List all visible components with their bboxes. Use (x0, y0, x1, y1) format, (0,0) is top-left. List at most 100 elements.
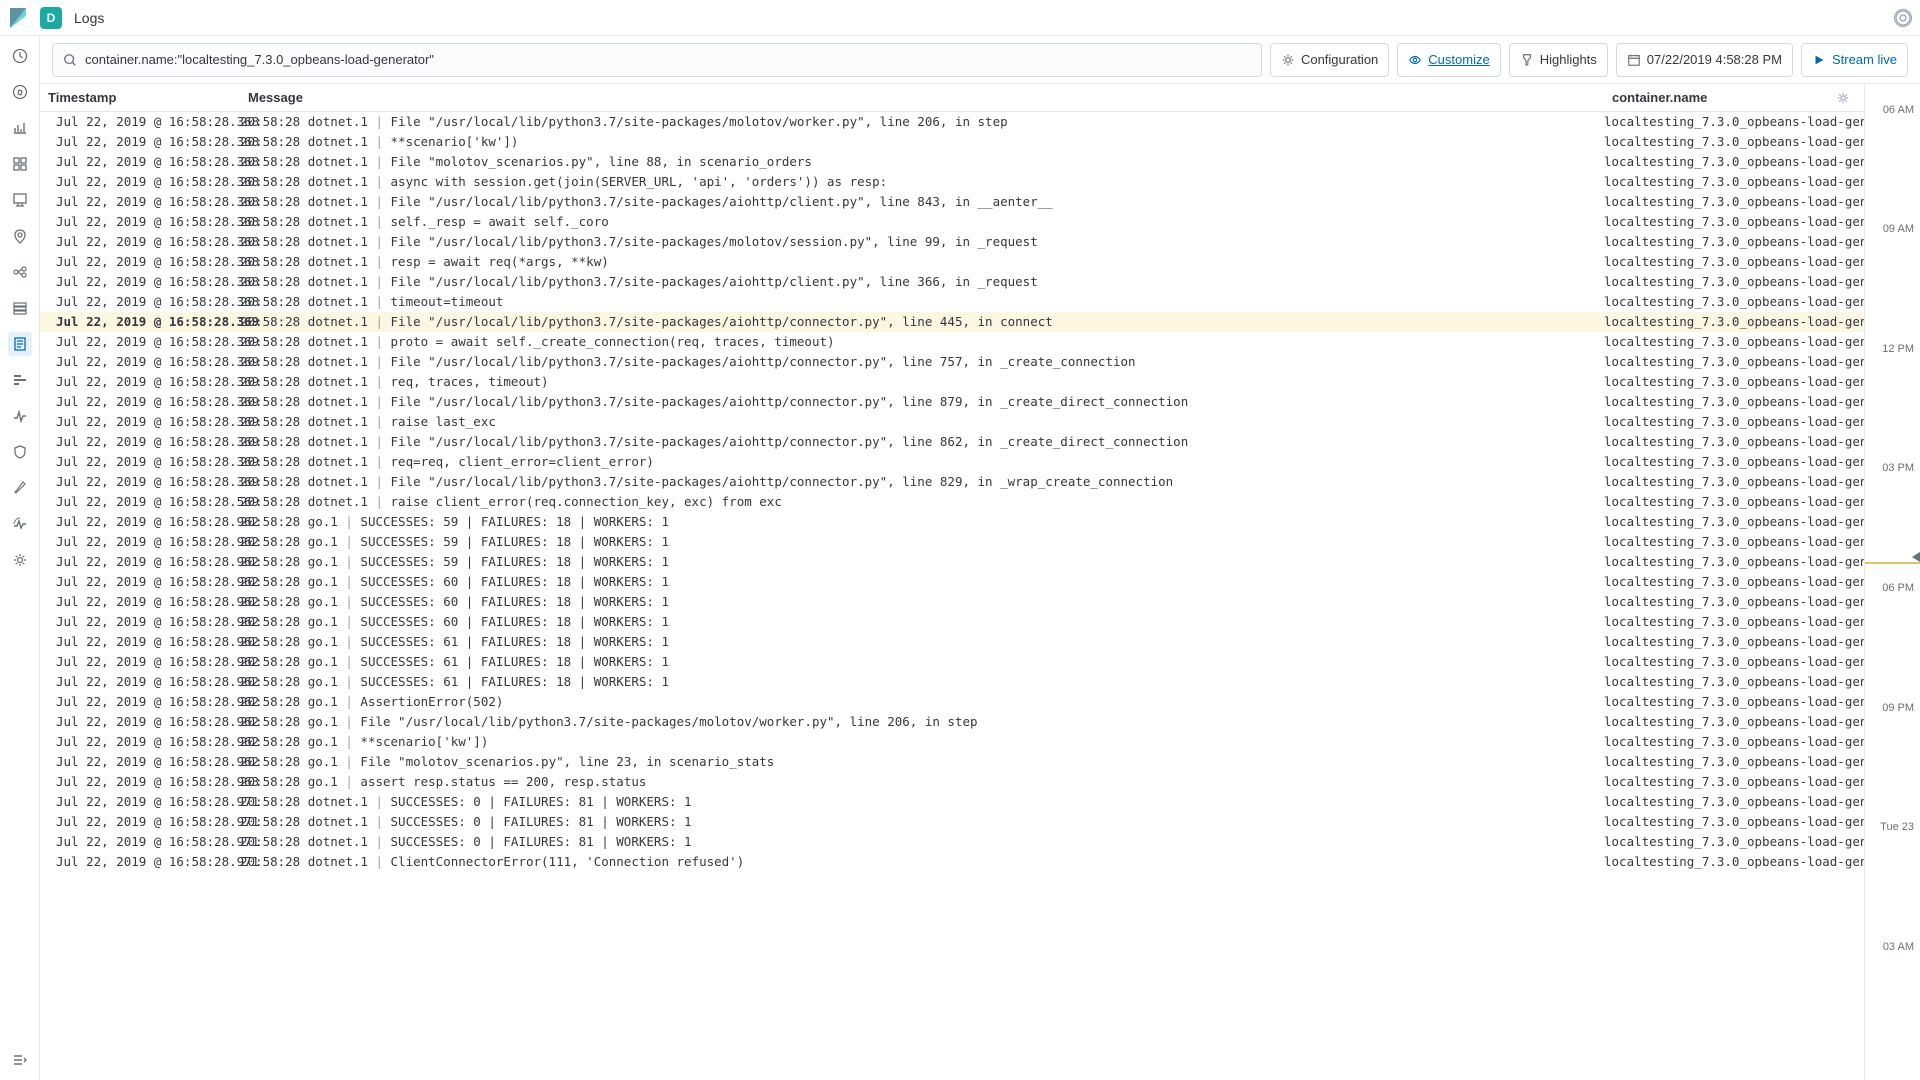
log-timestamp: Jul 22, 2019 @ 16:58:28.971 (40, 853, 240, 871)
log-row[interactable]: Jul 22, 2019 @ 16:58:28.36920:58:28 dotn… (40, 392, 1864, 412)
log-timestamp: Jul 22, 2019 @ 16:58:28.962 (40, 653, 240, 671)
sidebar-siem-icon[interactable] (8, 440, 32, 464)
log-container-name: localtesting_7.3.0_opbeans-load-gene… (1604, 553, 1864, 571)
sidebar-discover-icon[interactable] (8, 80, 32, 104)
log-row[interactable]: Jul 22, 2019 @ 16:58:28.36820:58:28 dotn… (40, 192, 1864, 212)
log-container-name: localtesting_7.3.0_opbeans-load-gene… (1604, 393, 1864, 411)
log-area: Timestamp Message container.name Jul 22,… (40, 84, 1920, 1080)
log-timestamp: Jul 22, 2019 @ 16:58:28.971 (40, 813, 240, 831)
log-row[interactable]: Jul 22, 2019 @ 16:58:28.36820:58:28 dotn… (40, 252, 1864, 272)
log-timestamp: Jul 22, 2019 @ 16:58:28.962 (40, 633, 240, 651)
log-row[interactable]: Jul 22, 2019 @ 16:58:28.36820:58:28 dotn… (40, 152, 1864, 172)
gear-icon (1281, 53, 1295, 67)
log-row[interactable]: Jul 22, 2019 @ 16:58:28.96220:58:28 go.1… (40, 612, 1864, 632)
log-container-name: localtesting_7.3.0_opbeans-load-gene… (1604, 373, 1864, 391)
log-row[interactable]: Jul 22, 2019 @ 16:58:28.96220:58:28 go.1… (40, 652, 1864, 672)
log-container-name: localtesting_7.3.0_opbeans-load-gene… (1604, 813, 1864, 831)
log-row[interactable]: Jul 22, 2019 @ 16:58:28.97120:58:28 dotn… (40, 812, 1864, 832)
column-settings-icon[interactable] (1836, 91, 1856, 105)
log-row[interactable]: Jul 22, 2019 @ 16:58:28.36920:58:28 dotn… (40, 352, 1864, 372)
space-badge[interactable]: D (40, 7, 62, 29)
log-container-name: localtesting_7.3.0_opbeans-load-gene… (1604, 313, 1864, 331)
datetime-button[interactable]: 07/22/2019 4:58:28 PM (1616, 43, 1793, 77)
log-row[interactable]: Jul 22, 2019 @ 16:58:28.96220:58:28 go.1… (40, 712, 1864, 732)
log-row[interactable]: Jul 22, 2019 @ 16:58:28.56920:58:28 dotn… (40, 492, 1864, 512)
log-row[interactable]: Jul 22, 2019 @ 16:58:28.36920:58:28 dotn… (40, 472, 1864, 492)
minimap-tick: 12 PM (1882, 343, 1914, 355)
log-row[interactable]: Jul 22, 2019 @ 16:58:28.36820:58:28 dotn… (40, 212, 1864, 232)
log-timestamp: Jul 22, 2019 @ 16:58:28.962 (40, 513, 240, 531)
sidebar-expand-icon[interactable] (8, 1048, 32, 1072)
log-row[interactable]: Jul 22, 2019 @ 16:58:28.36820:58:28 dotn… (40, 272, 1864, 292)
log-row[interactable]: Jul 22, 2019 @ 16:58:28.36920:58:28 dotn… (40, 372, 1864, 392)
log-row[interactable]: Jul 22, 2019 @ 16:58:28.96220:58:28 go.1… (40, 512, 1864, 532)
search-input[interactable] (85, 52, 1251, 67)
log-row[interactable]: Jul 22, 2019 @ 16:58:28.96220:58:28 go.1… (40, 732, 1864, 752)
log-row[interactable]: Jul 22, 2019 @ 16:58:28.36820:58:28 dotn… (40, 292, 1864, 312)
highlight-icon (1520, 53, 1534, 67)
log-row[interactable]: Jul 22, 2019 @ 16:58:28.36920:58:28 dotn… (40, 432, 1864, 452)
configuration-button[interactable]: Configuration (1270, 43, 1389, 77)
log-row[interactable]: Jul 22, 2019 @ 16:58:28.96220:58:28 go.1… (40, 532, 1864, 552)
log-row[interactable]: Jul 22, 2019 @ 16:58:28.36820:58:28 dotn… (40, 132, 1864, 152)
log-row[interactable]: Jul 22, 2019 @ 16:58:28.97120:58:28 dotn… (40, 852, 1864, 872)
stream-live-button[interactable]: Stream live (1801, 43, 1908, 77)
sidebar-infra-icon[interactable] (8, 296, 32, 320)
minimap[interactable]: 06 AM09 AM12 PM03 PM06 PM09 PMTue 2303 A… (1864, 84, 1920, 1080)
sidebar-visualize-icon[interactable] (8, 116, 32, 140)
col-container-name[interactable]: container.name (1604, 84, 1864, 111)
log-row[interactable]: Jul 22, 2019 @ 16:58:28.96220:58:28 go.1… (40, 752, 1864, 772)
sidebar-devtools-icon[interactable] (8, 476, 32, 500)
customize-button[interactable]: Customize (1397, 43, 1500, 77)
log-row[interactable]: Jul 22, 2019 @ 16:58:28.36820:58:28 dotn… (40, 172, 1864, 192)
sidebar-management-icon[interactable] (8, 548, 32, 572)
log-container-name: localtesting_7.3.0_opbeans-load-gene… (1604, 533, 1864, 551)
log-row[interactable]: Jul 22, 2019 @ 16:58:28.36820:58:28 dotn… (40, 112, 1864, 132)
datetime-label: 07/22/2019 4:58:28 PM (1647, 52, 1782, 67)
log-row[interactable]: Jul 22, 2019 @ 16:58:28.96220:58:28 go.1… (40, 572, 1864, 592)
sidebar-apm-icon[interactable] (8, 368, 32, 392)
log-timestamp: Jul 22, 2019 @ 16:58:28.368 (40, 193, 240, 211)
sidebar-logs-icon[interactable] (8, 332, 32, 356)
sidebar-dashboard-icon[interactable] (8, 152, 32, 176)
sidebar-monitoring-icon[interactable] (8, 512, 32, 536)
breadcrumb[interactable]: Logs (74, 10, 104, 26)
log-row[interactable]: Jul 22, 2019 @ 16:58:28.96220:58:28 go.1… (40, 672, 1864, 692)
log-row[interactable]: Jul 22, 2019 @ 16:58:28.96220:58:28 go.1… (40, 552, 1864, 572)
log-row[interactable]: Jul 22, 2019 @ 16:58:28.96320:58:28 go.1… (40, 772, 1864, 792)
col-message[interactable]: Message (240, 84, 1604, 111)
col-timestamp[interactable]: Timestamp (40, 84, 240, 111)
log-row[interactable]: Jul 22, 2019 @ 16:58:28.36920:58:28 dotn… (40, 312, 1864, 332)
log-container-name: localtesting_7.3.0_opbeans-load-gene… (1604, 773, 1864, 791)
log-row[interactable]: Jul 22, 2019 @ 16:58:28.96220:58:28 go.1… (40, 692, 1864, 712)
sidebar-ml-icon[interactable] (8, 260, 32, 284)
log-row[interactable]: Jul 22, 2019 @ 16:58:28.96220:58:28 go.1… (40, 592, 1864, 612)
sidebar-uptime-icon[interactable] (8, 404, 32, 428)
minimap-cursor-icon[interactable] (1912, 552, 1920, 562)
log-timestamp: Jul 22, 2019 @ 16:58:28.369 (40, 433, 240, 451)
log-row[interactable]: Jul 22, 2019 @ 16:58:28.97120:58:28 dotn… (40, 832, 1864, 852)
log-timestamp: Jul 22, 2019 @ 16:58:28.368 (40, 233, 240, 251)
log-row[interactable]: Jul 22, 2019 @ 16:58:28.36820:58:28 dotn… (40, 232, 1864, 252)
kibana-logo-icon[interactable] (8, 8, 28, 28)
log-row[interactable]: Jul 22, 2019 @ 16:58:28.36920:58:28 dotn… (40, 332, 1864, 352)
log-timestamp: Jul 22, 2019 @ 16:58:28.368 (40, 133, 240, 151)
log-message: 20:58:28 dotnet.1 | req=req, client_erro… (240, 453, 1604, 471)
log-row[interactable]: Jul 22, 2019 @ 16:58:28.36920:58:28 dotn… (40, 412, 1864, 432)
sidebar-maps-icon[interactable] (8, 224, 32, 248)
log-message: 20:58:28 go.1 | SUCCESSES: 61 | FAILURES… (240, 653, 1604, 671)
log-row[interactable]: Jul 22, 2019 @ 16:58:28.97120:58:28 dotn… (40, 792, 1864, 812)
log-container-name: localtesting_7.3.0_opbeans-load-gene… (1604, 833, 1864, 851)
minimap-tick: Tue 23 (1880, 821, 1914, 833)
log-message: 20:58:28 dotnet.1 | ClientConnectorError… (240, 853, 1604, 871)
help-icon[interactable] (1894, 9, 1912, 27)
log-row[interactable]: Jul 22, 2019 @ 16:58:28.36920:58:28 dotn… (40, 452, 1864, 472)
highlights-button[interactable]: Highlights (1509, 43, 1608, 77)
sidebar-recent-icon[interactable] (8, 44, 32, 68)
log-table[interactable]: Timestamp Message container.name Jul 22,… (40, 84, 1864, 1080)
log-container-name: localtesting_7.3.0_opbeans-load-gene… (1604, 713, 1864, 731)
search-box[interactable] (52, 43, 1262, 77)
log-row[interactable]: Jul 22, 2019 @ 16:58:28.96220:58:28 go.1… (40, 632, 1864, 652)
sidebar-canvas-icon[interactable] (8, 188, 32, 212)
log-message: 20:58:28 dotnet.1 | File "/usr/local/lib… (240, 193, 1604, 211)
